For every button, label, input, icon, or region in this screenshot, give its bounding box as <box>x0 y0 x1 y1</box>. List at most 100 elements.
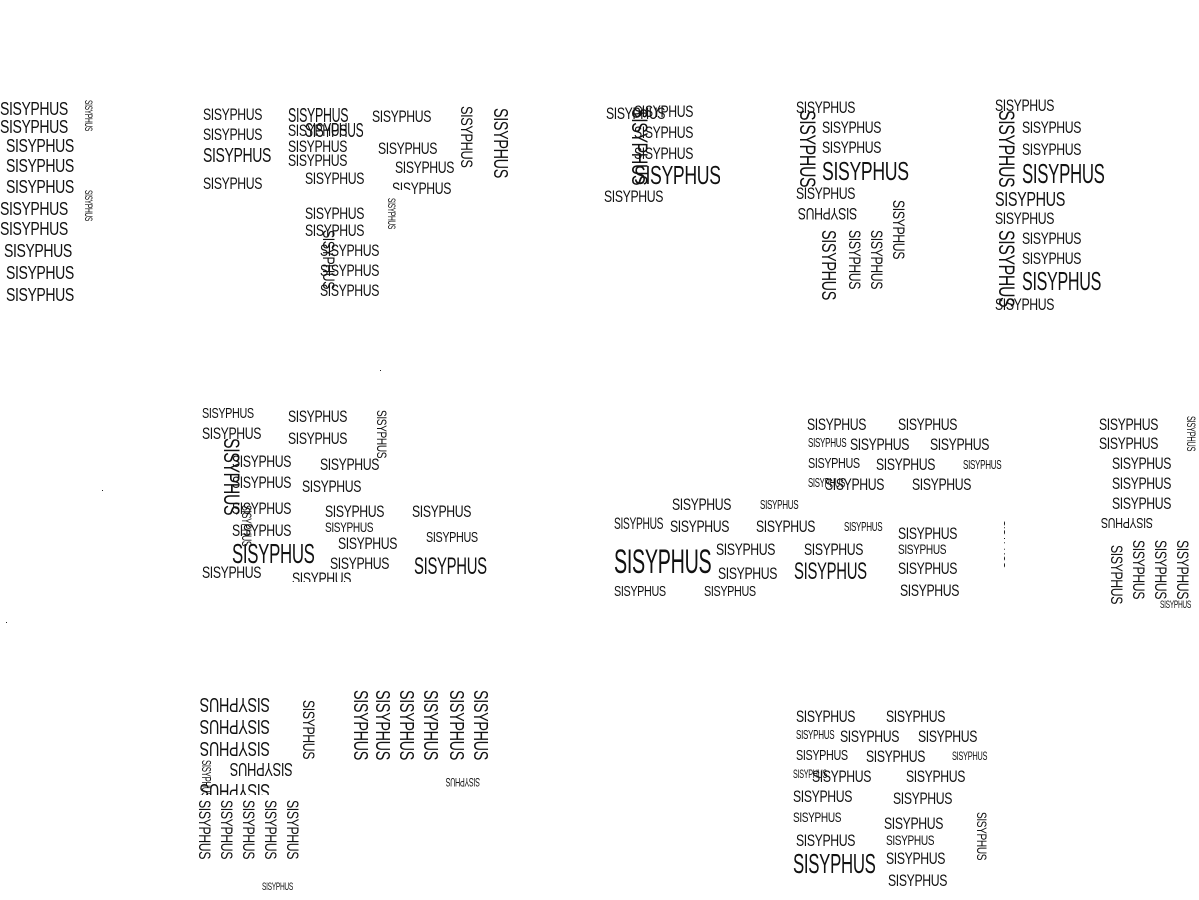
word-sisyphus: SISYPHUS <box>1022 266 1102 296</box>
word-sisyphus: SISYPHUS <box>239 505 255 547</box>
word-sisyphus: SISYPHUS <box>325 519 374 535</box>
word-sisyphus: SISYPHUS <box>6 263 74 283</box>
word-sisyphus: SISYPHUS <box>319 230 338 290</box>
word-sisyphus: SISYPHUS <box>1160 599 1191 611</box>
block-top-right-tall-left: SISYPHUS SISYPHUS SISYPHUS SISYPHUS SISYPHUS… <box>794 97 910 317</box>
word-sisyphus: SISYPHUS <box>795 110 820 188</box>
word-sisyphus: SISYPHUS <box>796 707 856 726</box>
word-sisyphus: SISYPHUS <box>320 455 380 474</box>
word-sisyphus: SISYPHUS <box>817 230 839 300</box>
word-sisyphus: SISYPHUS <box>219 438 244 516</box>
block-bottom-left-l-shape: SISYPHUS SISYPHUS SISYPHUS SISYPHUS SISYPHUS… <box>196 795 306 895</box>
word-sisyphus: SISYPHUS <box>808 435 847 450</box>
word-sisyphus: SISYPHUS <box>796 184 856 203</box>
word-sisyphus: SISYPHUS <box>844 519 883 534</box>
word-sisyphus: SISYPHUS <box>1022 140 1082 159</box>
word-sisyphus: SISYPHUS <box>793 809 842 825</box>
word-sisyphus: SISYPHUS <box>889 200 908 260</box>
word-sisyphus: SISYPHUS <box>718 564 778 583</box>
word-sisyphus: SISYPHUS <box>1022 118 1082 137</box>
word-sisyphus: SISYPHUS <box>374 410 390 459</box>
word-sisyphus: SISYPHUS <box>6 136 74 156</box>
word-sisyphus: SISYPHUS <box>203 105 263 124</box>
word-sisyphus: SISYPHUS <box>196 800 214 860</box>
block-top-center-small: SISYPHUS SISYPHUS SISYPHUS SISYPHUS SISYPHUS… <box>602 102 720 208</box>
word-sisyphus: SISYPHUS <box>912 475 972 494</box>
word-sisyphus: SISYPHUS <box>796 747 848 764</box>
word-sisyphus: SISYPHUS <box>886 832 935 848</box>
word-sisyphus: SISYPHUS <box>704 583 756 600</box>
word-sisyphus: SISYPHUS <box>812 767 872 786</box>
word-sisyphus: SISYPHUS <box>202 563 262 582</box>
word-sisyphus: SISYPHUS <box>378 139 438 158</box>
word-sisyphus: SISYPHUS <box>898 559 958 578</box>
word-sisyphus: SISYPHUS <box>395 158 455 177</box>
word-sisyphus: SISYPHUS <box>994 230 1019 308</box>
word-sisyphus: SISYPHUS <box>261 800 280 860</box>
word-sisyphus: SISYPHUS <box>325 502 385 521</box>
word-sisyphus: SISYPHUS <box>1112 454 1172 473</box>
word-sisyphus: SISYPHUS <box>1101 514 1153 531</box>
word-sisyphus: SISYPHUS <box>1151 540 1170 600</box>
word-sisyphus: SISYPHUS <box>82 190 94 221</box>
word-sisyphus: SISYPHUS <box>884 814 944 833</box>
word-sisyphus: SISYPHUS <box>906 767 966 786</box>
word-sisyphus: SISYPHUS <box>1112 494 1172 513</box>
word-sisyphus: SISYPHUS <box>426 529 478 546</box>
word-sisyphus: SISYPHUS <box>760 497 799 512</box>
word-sisyphus: SISYPHUS <box>822 118 882 137</box>
word-sisyphus: SISYPHUS <box>371 690 393 760</box>
word-sisyphus: SISYPHUS <box>893 789 953 808</box>
word-sisyphus: SISYPHUS <box>203 125 263 144</box>
block-middle-center-l-shape: SISYPHUS SISYPHUS SISYPHUS SISYPHUS SISYPHUS… <box>612 493 1005 600</box>
word-sisyphus: SISYPHUS <box>952 749 988 763</box>
word-sisyphus: SISYPHUS <box>898 415 958 434</box>
word-sisyphus: SISYPHUS <box>1022 229 1082 248</box>
word-sisyphus: SISYPHUS <box>1173 540 1192 600</box>
word-sisyphus: SISYPHUS <box>994 110 1019 188</box>
word-sisyphus: SISYPHUS <box>262 881 293 893</box>
word-sisyphus: SISYPHUS <box>825 475 885 494</box>
word-sisyphus: SISYPHUS <box>217 800 236 860</box>
word-sisyphus: SISYPHUS <box>716 540 776 559</box>
word-sisyphus: SISYPHUS <box>305 204 365 223</box>
word-sisyphus: SISYPHUS <box>886 849 946 868</box>
word-sisyphus: SISYPHUS <box>239 800 258 860</box>
word-sisyphus: SISYPHUS <box>670 517 730 536</box>
word-sisyphus: SISYPHUS <box>200 737 270 759</box>
word-sisyphus: SISYPHUS <box>672 495 732 514</box>
word-sisyphus: SISYPHUS <box>867 230 886 290</box>
word-sisyphus: SISYPHUS <box>614 583 666 600</box>
word-sisyphus: SISYPHUS <box>469 690 491 760</box>
word-sisyphus: SISYPHUS <box>338 534 398 553</box>
word-sisyphus: SISYPHUS <box>793 848 876 879</box>
word-sisyphus: SISYPHUS <box>412 502 472 521</box>
word-sisyphus: SISYPHUS <box>822 156 909 186</box>
word-sisyphus: SISYPHUS <box>900 581 960 600</box>
word-sisyphus: SISYPHUS <box>822 138 882 157</box>
word-sisyphus: SISYPHUS <box>203 145 272 167</box>
word-sisyphus: SISYPHUS <box>793 787 853 806</box>
word-sisyphus: SISYPHUS <box>200 715 270 737</box>
word-sisyphus: SISYPHUS <box>845 230 864 290</box>
word-sisyphus: SISYPHUS <box>1129 540 1148 600</box>
block-top-left-t-shape: SISYPHUS SISYPHUS SISYPHUS SISYPHUS SISYPHUS… <box>303 190 411 308</box>
word-sisyphus: SISYPHUS <box>305 120 364 142</box>
word-sisyphus: SISYPHUS <box>0 219 68 239</box>
word-sisyphus: SISYPHUS <box>1099 434 1159 453</box>
word-sisyphus: SISYPHUS <box>445 775 480 789</box>
block-bottom-left-l-shape: SISYPHUS SISYPHUS SISYPHUS SISYPHUS SISYPHUS… <box>196 690 496 798</box>
word-sisyphus: SISYPHUS <box>6 177 74 197</box>
word-sisyphus: SISYPHUS <box>807 415 867 434</box>
word-sisyphus: SISYPHUS <box>1112 474 1172 493</box>
word-sisyphus: SISYPHUS <box>4 241 72 261</box>
word-sisyphus: SISYPHUS <box>305 169 365 188</box>
word-sisyphus: SISYPHUS <box>200 693 270 715</box>
block-middle-left-square: SISYPHUS SISYPHUS SISYPHUS SISYPHUS SISYPHUS… <box>200 407 496 582</box>
word-sisyphus: SISYPHUS <box>886 707 946 726</box>
word-sisyphus: SISYPHUS <box>445 690 467 760</box>
word-sisyphus: SISYPHUS <box>288 407 348 426</box>
word-sisyphus: SISYPHUS <box>888 871 948 890</box>
word-sisyphus: SISYPHUS <box>627 108 652 186</box>
word-sisyphus: SISYPHUS <box>414 553 487 580</box>
